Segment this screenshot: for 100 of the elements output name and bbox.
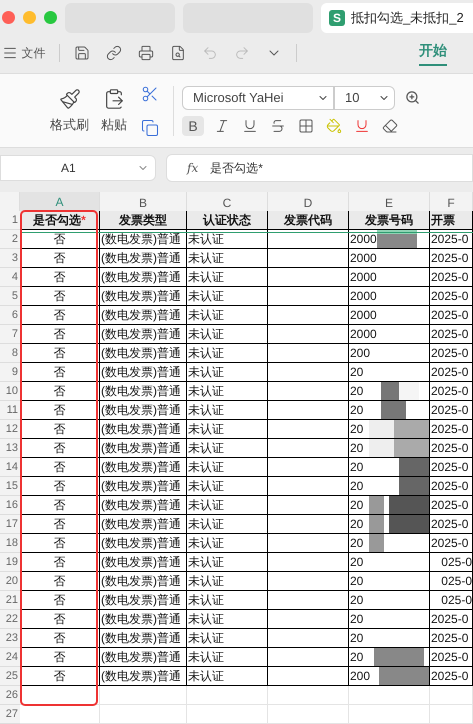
font-select[interactable]: Microsoft YaHei bbox=[182, 86, 334, 110]
table-cell: (数电发票)普通 bbox=[100, 439, 187, 458]
row-number: 18 bbox=[0, 534, 20, 553]
table-cell: 未认证 bbox=[187, 496, 268, 515]
file-menu-button[interactable]: 文件 bbox=[0, 42, 48, 64]
header-cell: 是否勾选* bbox=[20, 211, 100, 230]
table-cell: 2025-0 bbox=[430, 249, 473, 268]
table-cell: 否 bbox=[20, 363, 100, 382]
table-cell: (数电发票)普通 bbox=[100, 420, 187, 439]
table-cell: (数电发票)普通 bbox=[100, 572, 187, 591]
document-tab[interactable]: S 抵扣勾选_未抵扣_2 bbox=[321, 2, 473, 33]
table-cell: (数电发票)普通 bbox=[100, 363, 187, 382]
row-number: 8 bbox=[0, 344, 20, 363]
table-cell: 2025-0 bbox=[430, 515, 473, 534]
cell-text: 20 bbox=[350, 555, 364, 569]
table-cell: (数电发票)普通 bbox=[100, 287, 187, 306]
row-number: 7 bbox=[0, 325, 20, 344]
row-number: 11 bbox=[0, 401, 20, 420]
header-cell: 开票 bbox=[430, 211, 473, 230]
table-cell: 未认证 bbox=[187, 230, 268, 249]
table-cell: 2025-0 bbox=[430, 344, 473, 363]
row-number: 3 bbox=[0, 249, 20, 268]
table-cell: 否 bbox=[20, 268, 100, 287]
paste-button[interactable]: 粘贴 bbox=[101, 88, 127, 134]
header-cell: 发票号码 bbox=[349, 211, 430, 230]
table-cell: 否 bbox=[20, 572, 100, 591]
table-cell: 未认证 bbox=[187, 382, 268, 401]
cell-text: 200 bbox=[350, 669, 370, 683]
cell-text: 20 bbox=[350, 365, 364, 379]
table-cell: 2025-0 bbox=[430, 306, 473, 325]
table-cell: 否 bbox=[20, 306, 100, 325]
table-cell: 否 bbox=[20, 496, 100, 515]
table-cell: 否 bbox=[20, 591, 100, 610]
table-cell: (数电发票)普通 bbox=[100, 667, 187, 686]
table-cell: 2025-0 bbox=[430, 648, 473, 667]
cell-text: 20 bbox=[350, 631, 364, 645]
table-cell: (数电发票)普通 bbox=[100, 648, 187, 667]
table-cell: (数电发票)普通 bbox=[100, 496, 187, 515]
table-cell: 否 bbox=[20, 382, 100, 401]
table-cell: 2025-0 bbox=[430, 287, 473, 306]
bold-button[interactable]: B bbox=[182, 116, 204, 136]
row-number: 23 bbox=[0, 629, 20, 648]
row-number: 6 bbox=[0, 306, 20, 325]
table-cell: 否 bbox=[20, 515, 100, 534]
table-cell: 否 bbox=[20, 287, 100, 306]
row-number: 9 bbox=[0, 363, 20, 382]
table-cell: 未认证 bbox=[187, 344, 268, 363]
cell-reference: A1 bbox=[61, 161, 76, 176]
table-cell: 否 bbox=[20, 553, 100, 572]
table-cell: 未认证 bbox=[187, 420, 268, 439]
table-cell: 否 bbox=[20, 420, 100, 439]
cell-text: 20 bbox=[350, 479, 364, 493]
row-number: 16 bbox=[0, 496, 20, 515]
cell-text: 20 bbox=[350, 384, 364, 398]
table-cell: 未认证 bbox=[187, 363, 268, 382]
cell-text: 20 bbox=[350, 460, 364, 474]
table-cell: (数电发票)普通 bbox=[100, 230, 187, 249]
table-cell: 2025-0 bbox=[430, 458, 473, 477]
table-cell: 否 bbox=[20, 249, 100, 268]
cell-text: 2000 bbox=[350, 251, 377, 265]
table-cell: 2025-0 bbox=[430, 420, 473, 439]
table-cell: (数电发票)普通 bbox=[100, 553, 187, 572]
formula-text: 是否勾选* bbox=[210, 160, 263, 177]
cell-text: 2000 bbox=[350, 308, 377, 322]
table-cell: 未认证 bbox=[187, 458, 268, 477]
table-cell: (数电发票)普通 bbox=[100, 344, 187, 363]
table-cell: 025-0 bbox=[430, 553, 473, 572]
close-icon[interactable] bbox=[2, 11, 15, 24]
table-cell: 未认证 bbox=[187, 515, 268, 534]
table-cell: (数电发票)普通 bbox=[100, 515, 187, 534]
row-number: 12 bbox=[0, 420, 20, 439]
row-number: 24 bbox=[0, 648, 20, 667]
table-cell: 未认证 bbox=[187, 477, 268, 496]
header-cell: 发票代码 bbox=[268, 211, 349, 230]
tab-title: 抵扣勾选_未抵扣_2 bbox=[351, 8, 464, 27]
formula-field[interactable]: fx 是否勾选* bbox=[166, 154, 473, 182]
table-cell: (数电发票)普通 bbox=[100, 458, 187, 477]
table-cell: (数电发票)普通 bbox=[100, 382, 187, 401]
row-number: 19 bbox=[0, 553, 20, 572]
format-painter-button[interactable]: 格式刷 bbox=[50, 88, 89, 134]
row-number: 21 bbox=[0, 591, 20, 610]
cell-text: 2000 bbox=[350, 327, 377, 341]
mosaic-drawing bbox=[376, 230, 417, 248]
font-size-select[interactable]: 10 bbox=[334, 86, 395, 110]
cell-text: 2000 bbox=[350, 270, 377, 284]
table-cell: (数电发票)普通 bbox=[100, 268, 187, 287]
table-cell: 未认证 bbox=[187, 306, 268, 325]
table-cell: 2025-0 bbox=[430, 496, 473, 515]
table-cell: (数电发票)普通 bbox=[100, 401, 187, 420]
table-cell: 未认证 bbox=[187, 572, 268, 591]
table-cell: 025-0 bbox=[430, 591, 473, 610]
name-box[interactable]: A1 bbox=[0, 155, 156, 182]
cell-text: 2000 bbox=[350, 232, 377, 246]
table-cell: 未认证 bbox=[187, 268, 268, 287]
cell-text: 20 bbox=[350, 422, 364, 436]
table-cell: 未认证 bbox=[187, 591, 268, 610]
table-cell: 2025-0 bbox=[430, 230, 473, 249]
table-cell: (数电发票)普通 bbox=[100, 591, 187, 610]
cell-text: 20 bbox=[350, 612, 364, 626]
table-cell: (数电发票)普通 bbox=[100, 477, 187, 496]
